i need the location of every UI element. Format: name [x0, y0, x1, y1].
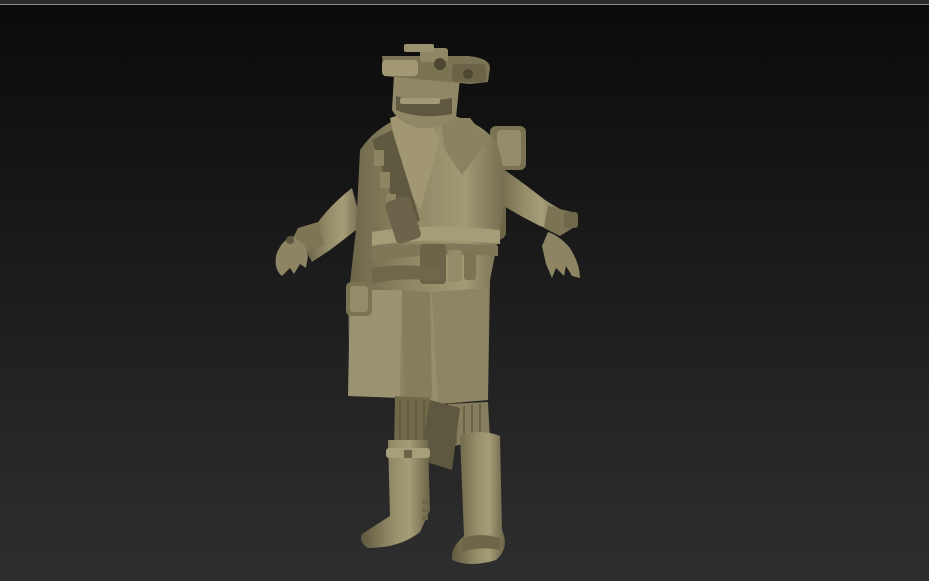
right-hand: [542, 232, 580, 278]
3d-viewport[interactable]: [0, 0, 929, 581]
character-model[interactable]: [0, 0, 929, 581]
pouch: [346, 282, 372, 316]
left-boot: [360, 440, 430, 548]
right-boot: [451, 432, 505, 564]
